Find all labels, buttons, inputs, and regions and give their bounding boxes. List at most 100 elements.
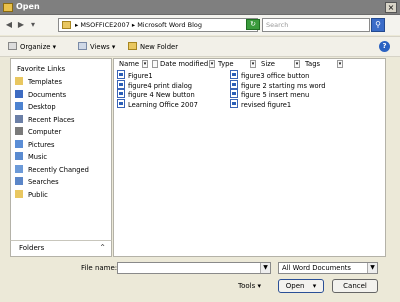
recent-places-icon xyxy=(15,114,23,123)
column-sort-icon[interactable]: ▾ xyxy=(294,60,300,68)
sidebar-item-label: Searches xyxy=(28,178,59,186)
word-document-icon xyxy=(117,70,125,79)
file-item[interactable]: figure 5 insert menu xyxy=(230,89,309,99)
open-dialog: Open × ◀ ▶ ▾ ▸ MSOFFICE2007 ▸ Microsoft … xyxy=(0,0,400,302)
chevron-down-icon[interactable]: ▾ xyxy=(313,282,317,290)
file-type-select[interactable]: All Word Documents ▼ xyxy=(278,262,378,274)
file-item[interactable]: figure 4 New button xyxy=(117,89,195,99)
refresh-icon[interactable]: ↻ xyxy=(246,19,260,30)
sidebar-item-label: Recently Changed xyxy=(28,165,89,174)
folder-icon xyxy=(62,21,71,29)
views-label: Views xyxy=(90,43,110,51)
sidebar-item-label: Templates xyxy=(28,78,62,86)
chevron-up-icon[interactable]: ⌃ xyxy=(99,243,106,252)
new-folder-icon xyxy=(128,42,137,50)
sidebar-item-label: Documents xyxy=(28,90,67,99)
file-name: Learning Office 2007 xyxy=(128,100,198,109)
column-header-size[interactable]: Size xyxy=(261,60,275,70)
file-name: revised figure1 xyxy=(241,100,292,109)
breadcrumb-item[interactable]: MSOFFICE2007 xyxy=(80,21,129,29)
file-item[interactable]: figure4 print dialog xyxy=(117,79,192,90)
forward-icon[interactable]: ▶ xyxy=(16,19,26,30)
folders-label: Folders xyxy=(19,244,45,252)
file-item[interactable]: revised figure1 xyxy=(230,98,292,109)
word-document-icon xyxy=(230,89,238,98)
breadcrumb-separator: ▸ xyxy=(131,21,136,29)
recently-changed-icon xyxy=(15,164,23,173)
sidebar-item-label: Computer xyxy=(28,128,62,136)
search-input[interactable]: Search xyxy=(262,18,370,32)
open-label: Open xyxy=(285,282,305,290)
sidebar-item-recently-changed[interactable]: Recently Changed xyxy=(15,164,89,176)
organize-button[interactable]: Organize ▾ xyxy=(8,42,56,51)
folders-toggle[interactable]: Folders ⌃ xyxy=(10,240,112,257)
tools-menu[interactable]: Tools ▾ xyxy=(238,282,261,290)
breadcrumb[interactable]: ▸ MSOFFICE2007 ▸ Microsoft Word Blog ▾ xyxy=(58,18,258,32)
folder-icon xyxy=(3,3,13,12)
tools-label: Tools xyxy=(238,282,256,290)
word-document-icon xyxy=(230,70,238,79)
column-header-date-modified[interactable]: Date modified xyxy=(160,60,208,70)
file-type-value: All Word Documents xyxy=(282,264,351,272)
column-header-name[interactable]: Name xyxy=(119,60,139,70)
file-item[interactable]: figure3 office button xyxy=(230,70,309,80)
chevron-down-icon[interactable]: ▼ xyxy=(260,263,270,273)
public-folder-icon xyxy=(15,189,23,198)
views-icon xyxy=(78,42,87,50)
favorite-links-title: Favorite Links xyxy=(17,65,66,73)
title-bar[interactable]: Open × xyxy=(0,0,400,15)
search-icon[interactable]: ⚲ xyxy=(371,18,385,32)
back-icon[interactable]: ◀ xyxy=(4,19,14,30)
file-item[interactable]: Figure1 xyxy=(117,70,153,80)
new-folder-label: New Folder xyxy=(140,43,178,51)
word-document-icon xyxy=(230,98,238,108)
window-title: Open xyxy=(16,2,40,11)
organize-icon xyxy=(8,42,17,50)
word-document-icon xyxy=(117,79,125,89)
views-button[interactable]: Views ▾ xyxy=(78,42,115,51)
column-header-type[interactable]: Type xyxy=(218,60,234,70)
column-divider[interactable] xyxy=(152,60,158,68)
chevron-down-icon[interactable]: ▼ xyxy=(367,263,377,273)
help-icon[interactable]: ? xyxy=(379,41,390,52)
favorite-links-pane: Favorite Links Templates Documents Desktop… xyxy=(10,58,112,257)
file-item[interactable]: Learning Office 2007 xyxy=(117,98,198,109)
column-sort-icon[interactable]: ▾ xyxy=(250,60,256,68)
sidebar-item-pictures[interactable]: Pictures xyxy=(15,139,54,151)
open-button[interactable]: Open ▾ xyxy=(278,279,324,293)
column-sort-icon[interactable]: ▾ xyxy=(209,60,215,68)
file-item[interactable]: figure 2 starting ms word xyxy=(230,79,326,90)
music-icon xyxy=(15,152,23,160)
file-list: Name ▾ Date modified ▾ Type ▾ Size ▾ Tag… xyxy=(113,58,386,257)
column-header-tags[interactable]: Tags xyxy=(305,60,320,70)
organize-label: Organize xyxy=(20,43,51,51)
searches-icon xyxy=(15,177,23,185)
sidebar-item-label: Public xyxy=(28,190,48,199)
new-folder-button[interactable]: New Folder xyxy=(128,42,178,51)
sidebar-item-computer[interactable]: Computer xyxy=(15,127,61,138)
breadcrumb-item[interactable]: Microsoft Word Blog xyxy=(137,21,202,29)
breadcrumb-separator: ▸ xyxy=(75,21,79,29)
sidebar-item-recent-places[interactable]: Recent Places xyxy=(15,114,75,126)
column-sort-icon[interactable]: ▾ xyxy=(142,60,148,68)
sidebar-item-label: Recent Places xyxy=(28,115,75,124)
sidebar-item-documents[interactable]: Documents xyxy=(15,89,67,101)
desktop-icon xyxy=(15,102,23,110)
close-button[interactable]: × xyxy=(385,2,397,13)
sidebar-item-templates[interactable]: Templates xyxy=(15,77,62,88)
cancel-button[interactable]: Cancel xyxy=(332,279,378,293)
chevron-down-icon[interactable]: ▾ xyxy=(28,19,38,30)
sidebar-item-label: Desktop xyxy=(28,103,56,111)
word-document-icon xyxy=(117,89,125,98)
column-sort-icon[interactable]: ▾ xyxy=(337,60,343,68)
word-document-icon xyxy=(117,98,125,108)
search-placeholder: Search xyxy=(266,21,289,29)
sidebar-item-music[interactable]: Music xyxy=(15,152,47,163)
file-name-field[interactable]: ▼ xyxy=(117,262,271,274)
documents-icon xyxy=(15,89,23,98)
computer-icon xyxy=(15,127,23,135)
file-name-label: File name: xyxy=(81,264,118,272)
sidebar-item-searches[interactable]: Searches xyxy=(15,177,59,188)
sidebar-item-public[interactable]: Public xyxy=(15,189,48,201)
sidebar-item-desktop[interactable]: Desktop xyxy=(15,102,56,113)
